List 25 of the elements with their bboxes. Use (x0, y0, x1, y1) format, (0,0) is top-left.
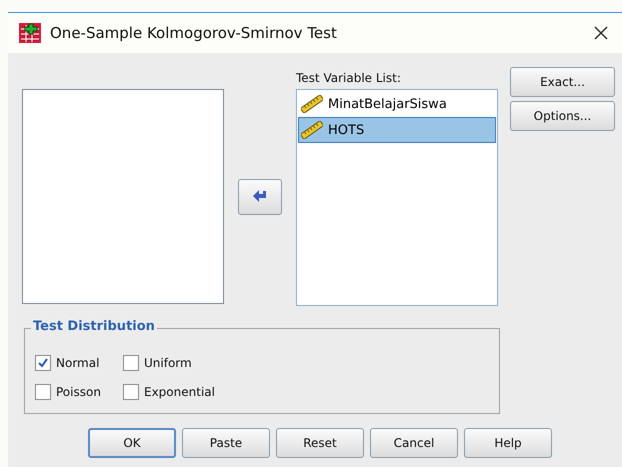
checkbox-label: Normal (56, 356, 100, 370)
checkbox-label: Exponential (144, 385, 215, 399)
dialog-button[interactable]: OK (88, 428, 176, 458)
move-button[interactable] (238, 179, 282, 215)
checkbox-label: Poisson (56, 385, 101, 399)
dialog-button[interactable]: Options... (510, 101, 615, 131)
checkbox[interactable] (123, 355, 139, 371)
checkbox[interactable] (123, 384, 139, 400)
list-label: Test Variable List: (296, 71, 402, 87)
dialog-button[interactable]: Exact... (510, 67, 615, 97)
ruler-icon (301, 121, 323, 139)
close-icon (594, 26, 608, 40)
dialog-button[interactable]: Reset (276, 428, 364, 458)
checkbox-label: Uniform (144, 356, 192, 370)
list-item[interactable]: HOTS (298, 117, 496, 143)
checkbox[interactable] (35, 355, 51, 371)
arrow-left-icon (252, 190, 268, 204)
list-item[interactable]: MinatBelajarSiswa (298, 91, 496, 117)
dialog-button[interactable]: Help (464, 428, 552, 458)
checkbox[interactable] (35, 384, 51, 400)
test-variable-list[interactable]: MinatBelajarSiswa HOTS (296, 89, 498, 306)
window-title: One-Sample Kolmogorov-Smirnov Test (50, 24, 338, 42)
dialog-button[interactable]: Paste (182, 428, 270, 458)
dialog-button[interactable]: Cancel (370, 428, 458, 458)
app-icon (18, 22, 42, 44)
